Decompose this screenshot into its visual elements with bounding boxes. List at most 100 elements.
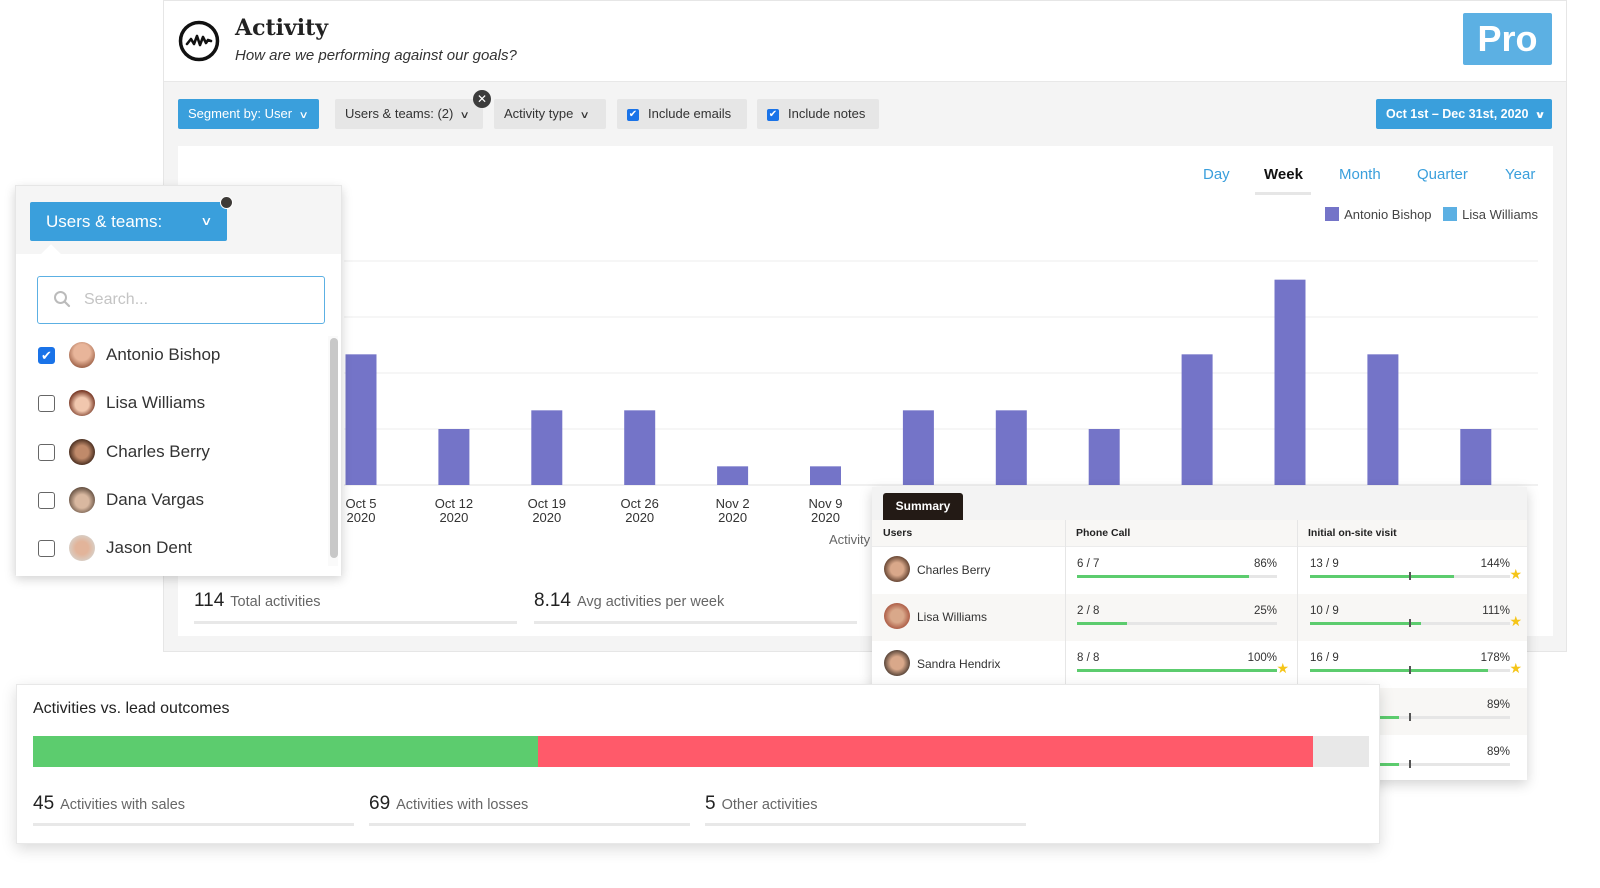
segment-by-dropdown[interactable]: Segment by: User ∨ — [178, 99, 319, 129]
stat-value: 8.14 — [534, 590, 571, 611]
chevron-down-icon: ∨ — [1534, 110, 1547, 121]
metric-percent: 89% — [1486, 699, 1510, 711]
legend-item[interactable]: Antonio Bishop — [1325, 207, 1432, 222]
period-tabs: Day Week Month Quarter Year — [1203, 166, 1543, 196]
avatar — [884, 603, 910, 629]
avatar — [69, 535, 95, 561]
phone-call-metric: 8 / 8 100% ★ — [1077, 652, 1289, 676]
summary-tabbar: Summary — [872, 487, 1527, 520]
date-range-dropdown[interactable]: Oct 1st – Dec 31st, 2020 ∨ — [1376, 99, 1552, 129]
include-notes-toggle[interactable]: ✔ Include notes — [757, 99, 879, 129]
tab-week[interactable]: Week — [1264, 166, 1303, 183]
include-notes-label: Include notes — [788, 106, 866, 121]
avatar — [69, 487, 95, 513]
bar[interactable] — [531, 410, 563, 485]
checkbox-unchecked[interactable] — [38, 444, 55, 461]
bar[interactable] — [1460, 429, 1492, 485]
column-header-phone-call: Phone Call — [1065, 520, 1297, 547]
chevron-down-icon: ∨ — [579, 110, 591, 121]
avatar — [69, 439, 95, 465]
legend-item[interactable]: Lisa Williams — [1443, 207, 1538, 222]
bar[interactable] — [995, 410, 1027, 485]
search-field[interactable] — [37, 276, 325, 324]
scrollbar-thumb[interactable] — [330, 338, 338, 558]
avatar — [884, 556, 910, 582]
activity-pulse-icon — [178, 20, 220, 62]
stat-value: 69 — [369, 793, 391, 814]
avatar — [69, 342, 95, 368]
tab-summary[interactable]: Summary — [883, 493, 963, 520]
user-name: Antonio Bishop — [106, 345, 221, 364]
star-icon: ★ — [1276, 660, 1289, 676]
active-tab-underline — [1255, 192, 1311, 195]
progress-fill — [1310, 622, 1421, 625]
stat-label: Avg activities per week — [576, 594, 725, 610]
checkbox-checked[interactable]: ✔ — [38, 347, 55, 364]
outcome-segment-sales[interactable] — [33, 736, 539, 767]
outcome-segment-losses[interactable] — [538, 736, 1313, 767]
include-emails-toggle[interactable]: ✔ Include emails — [617, 99, 747, 129]
x-axis-label: Activity — [829, 532, 871, 547]
drag-handle-dot[interactable] — [220, 196, 233, 209]
tab-quarter[interactable]: Quarter — [1417, 166, 1468, 183]
clear-filter-close-icon[interactable]: ✕ — [473, 90, 491, 108]
bar[interactable] — [1181, 354, 1213, 485]
search-input[interactable] — [84, 288, 314, 312]
progress-fill — [1310, 575, 1454, 578]
legend-swatch — [1325, 207, 1340, 221]
metric-percent: 111% — [1482, 605, 1510, 617]
bar[interactable] — [1274, 279, 1306, 485]
user-name: Charles Berry — [917, 563, 991, 577]
bar[interactable] — [624, 410, 656, 485]
user-list-item[interactable]: Jason Dent — [36, 533, 326, 563]
bar[interactable] — [1088, 429, 1120, 485]
metric-ratio: 10 / 9 — [1310, 605, 1339, 617]
goal-marker — [1409, 666, 1411, 674]
bar[interactable] — [810, 466, 841, 485]
stat-label: Activities with sales — [60, 797, 186, 813]
user-list-item[interactable]: Dana Vargas — [36, 485, 326, 515]
bar[interactable] — [345, 354, 377, 485]
other-activities-stat: 5 Other activities — [705, 793, 1026, 826]
segment-by-label: Segment by: User — [188, 106, 293, 121]
tab-day[interactable]: Day — [1203, 166, 1230, 183]
metric-ratio: 2 / 8 — [1077, 605, 1100, 617]
outcome-segment-other[interactable] — [1312, 736, 1369, 767]
goal-marker — [1409, 713, 1411, 721]
x-tick-label: Oct 12 2020 — [435, 496, 473, 525]
user-list-item[interactable]: ✔ Antonio Bishop — [36, 340, 326, 370]
checkbox-unchecked[interactable] — [38, 395, 55, 412]
stat-value: 45 — [33, 793, 55, 814]
bar[interactable] — [438, 429, 470, 485]
stat-value: 114 — [194, 590, 225, 611]
checkbox-checked-icon[interactable]: ✔ — [767, 109, 779, 121]
user-name: Sandra Hendrix — [917, 657, 1001, 671]
lead-outcomes-card: Activities vs. lead outcomes 45 Activitie… — [16, 684, 1380, 844]
checkbox-unchecked[interactable] — [38, 540, 55, 557]
stat-label: Activities with losses — [396, 797, 529, 813]
users-teams-label: Users & teams: (2) — [345, 106, 454, 121]
bar[interactable] — [717, 466, 749, 485]
x-tick-label: Nov 2 2020 — [716, 496, 750, 525]
bar[interactable] — [902, 410, 934, 485]
activity-type-dropdown[interactable]: Activity type ∨ — [494, 99, 606, 129]
date-range-label: Oct 1st – Dec 31st, 2020 — [1386, 107, 1529, 121]
loss-activities-stat: 69 Activities with losses — [369, 793, 690, 826]
tab-year[interactable]: Year — [1505, 166, 1535, 183]
user-name: Lisa Williams — [917, 610, 988, 624]
users-teams-dropdown[interactable]: Users & teams: (2) ∨ — [335, 99, 483, 129]
chart-legend: Antonio Bishop Lisa Williams — [1317, 207, 1538, 222]
progress-fill — [1077, 622, 1127, 625]
stat-label: Total activities — [230, 594, 321, 610]
checkbox-unchecked[interactable] — [38, 492, 55, 509]
user-list-item[interactable]: Charles Berry — [36, 437, 326, 467]
tab-month[interactable]: Month — [1339, 166, 1381, 183]
user-list-item[interactable]: Lisa Williams — [36, 388, 326, 418]
users-teams-popup-button[interactable]: Users & teams: ∨ — [30, 202, 227, 241]
checkbox-checked-icon[interactable]: ✔ — [627, 109, 639, 121]
avatar — [884, 650, 910, 676]
bar[interactable] — [1367, 354, 1399, 485]
initial-visit-metric: 16 / 9 178% ★ — [1310, 652, 1522, 676]
legend-label: Antonio Bishop — [1344, 207, 1432, 222]
include-emails-label: Include emails — [648, 106, 732, 121]
